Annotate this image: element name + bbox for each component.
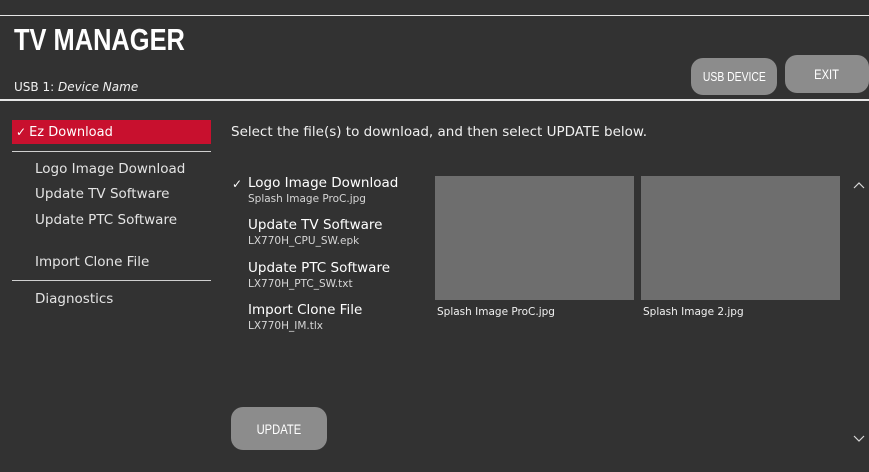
instruction-text: Select the file(s) to download, and then… [231,124,648,140]
exit-button-label: EXIT [814,66,840,82]
sidebar-divider [12,151,211,152]
file-option-update-tv-software[interactable]: Update TV Software [248,217,382,233]
thumbnail-caption: Splash Image ProC.jpg [437,306,555,318]
sidebar-item-ez-download[interactable]: ✓ Ez Download [12,120,211,144]
device-name: Device Name [57,80,139,94]
page-title: TV MANAGER [14,22,185,57]
file-option-filename: LX770H_PTC_SW.txt [248,278,353,290]
thumbnail-splash-image-proc[interactable] [435,176,634,300]
usb-prefix: USB 1: [14,80,55,94]
check-icon: ✓ [232,177,243,191]
sidebar-item-update-tv-software[interactable]: Update TV Software [35,186,169,202]
header-divider [0,99,869,101]
file-option-filename: LX770H_IM.tlx [248,320,323,332]
sidebar-item-label: Ez Download [29,124,113,140]
scroll-up-icon[interactable] [853,180,865,192]
update-button[interactable]: UPDATE [231,407,327,450]
usb-device-button-label: USB DEVICE [702,69,766,84]
sidebar-item-diagnostics[interactable]: Diagnostics [35,291,113,307]
file-option-update-ptc-software[interactable]: Update PTC Software [248,260,390,276]
file-option-filename: LX770H_CPU_SW.epk [248,235,360,247]
thumbnail-splash-image-2[interactable] [641,176,840,300]
thumbnail-caption: Splash Image 2.jpg [643,306,744,318]
top-divider [0,15,869,16]
file-option-logo-image-download[interactable]: Logo Image Download [248,175,398,191]
sidebar-item-logo-image-download[interactable]: Logo Image Download [35,161,185,177]
exit-button[interactable]: EXIT [785,55,869,93]
check-icon: ✓ [16,125,27,139]
sidebar-divider [12,280,211,281]
scroll-down-icon[interactable] [853,432,865,444]
file-option-import-clone-file[interactable]: Import Clone File [248,302,362,318]
sidebar-item-import-clone-file[interactable]: Import Clone File [35,254,149,270]
usb-device-button[interactable]: USB DEVICE [691,58,777,95]
usb-device-label: USB 1: Device Name [14,80,138,94]
file-option-filename: Splash Image ProC.jpg [248,193,366,205]
update-button-label: UPDATE [256,420,302,437]
sidebar-item-update-ptc-software[interactable]: Update PTC Software [35,212,177,228]
